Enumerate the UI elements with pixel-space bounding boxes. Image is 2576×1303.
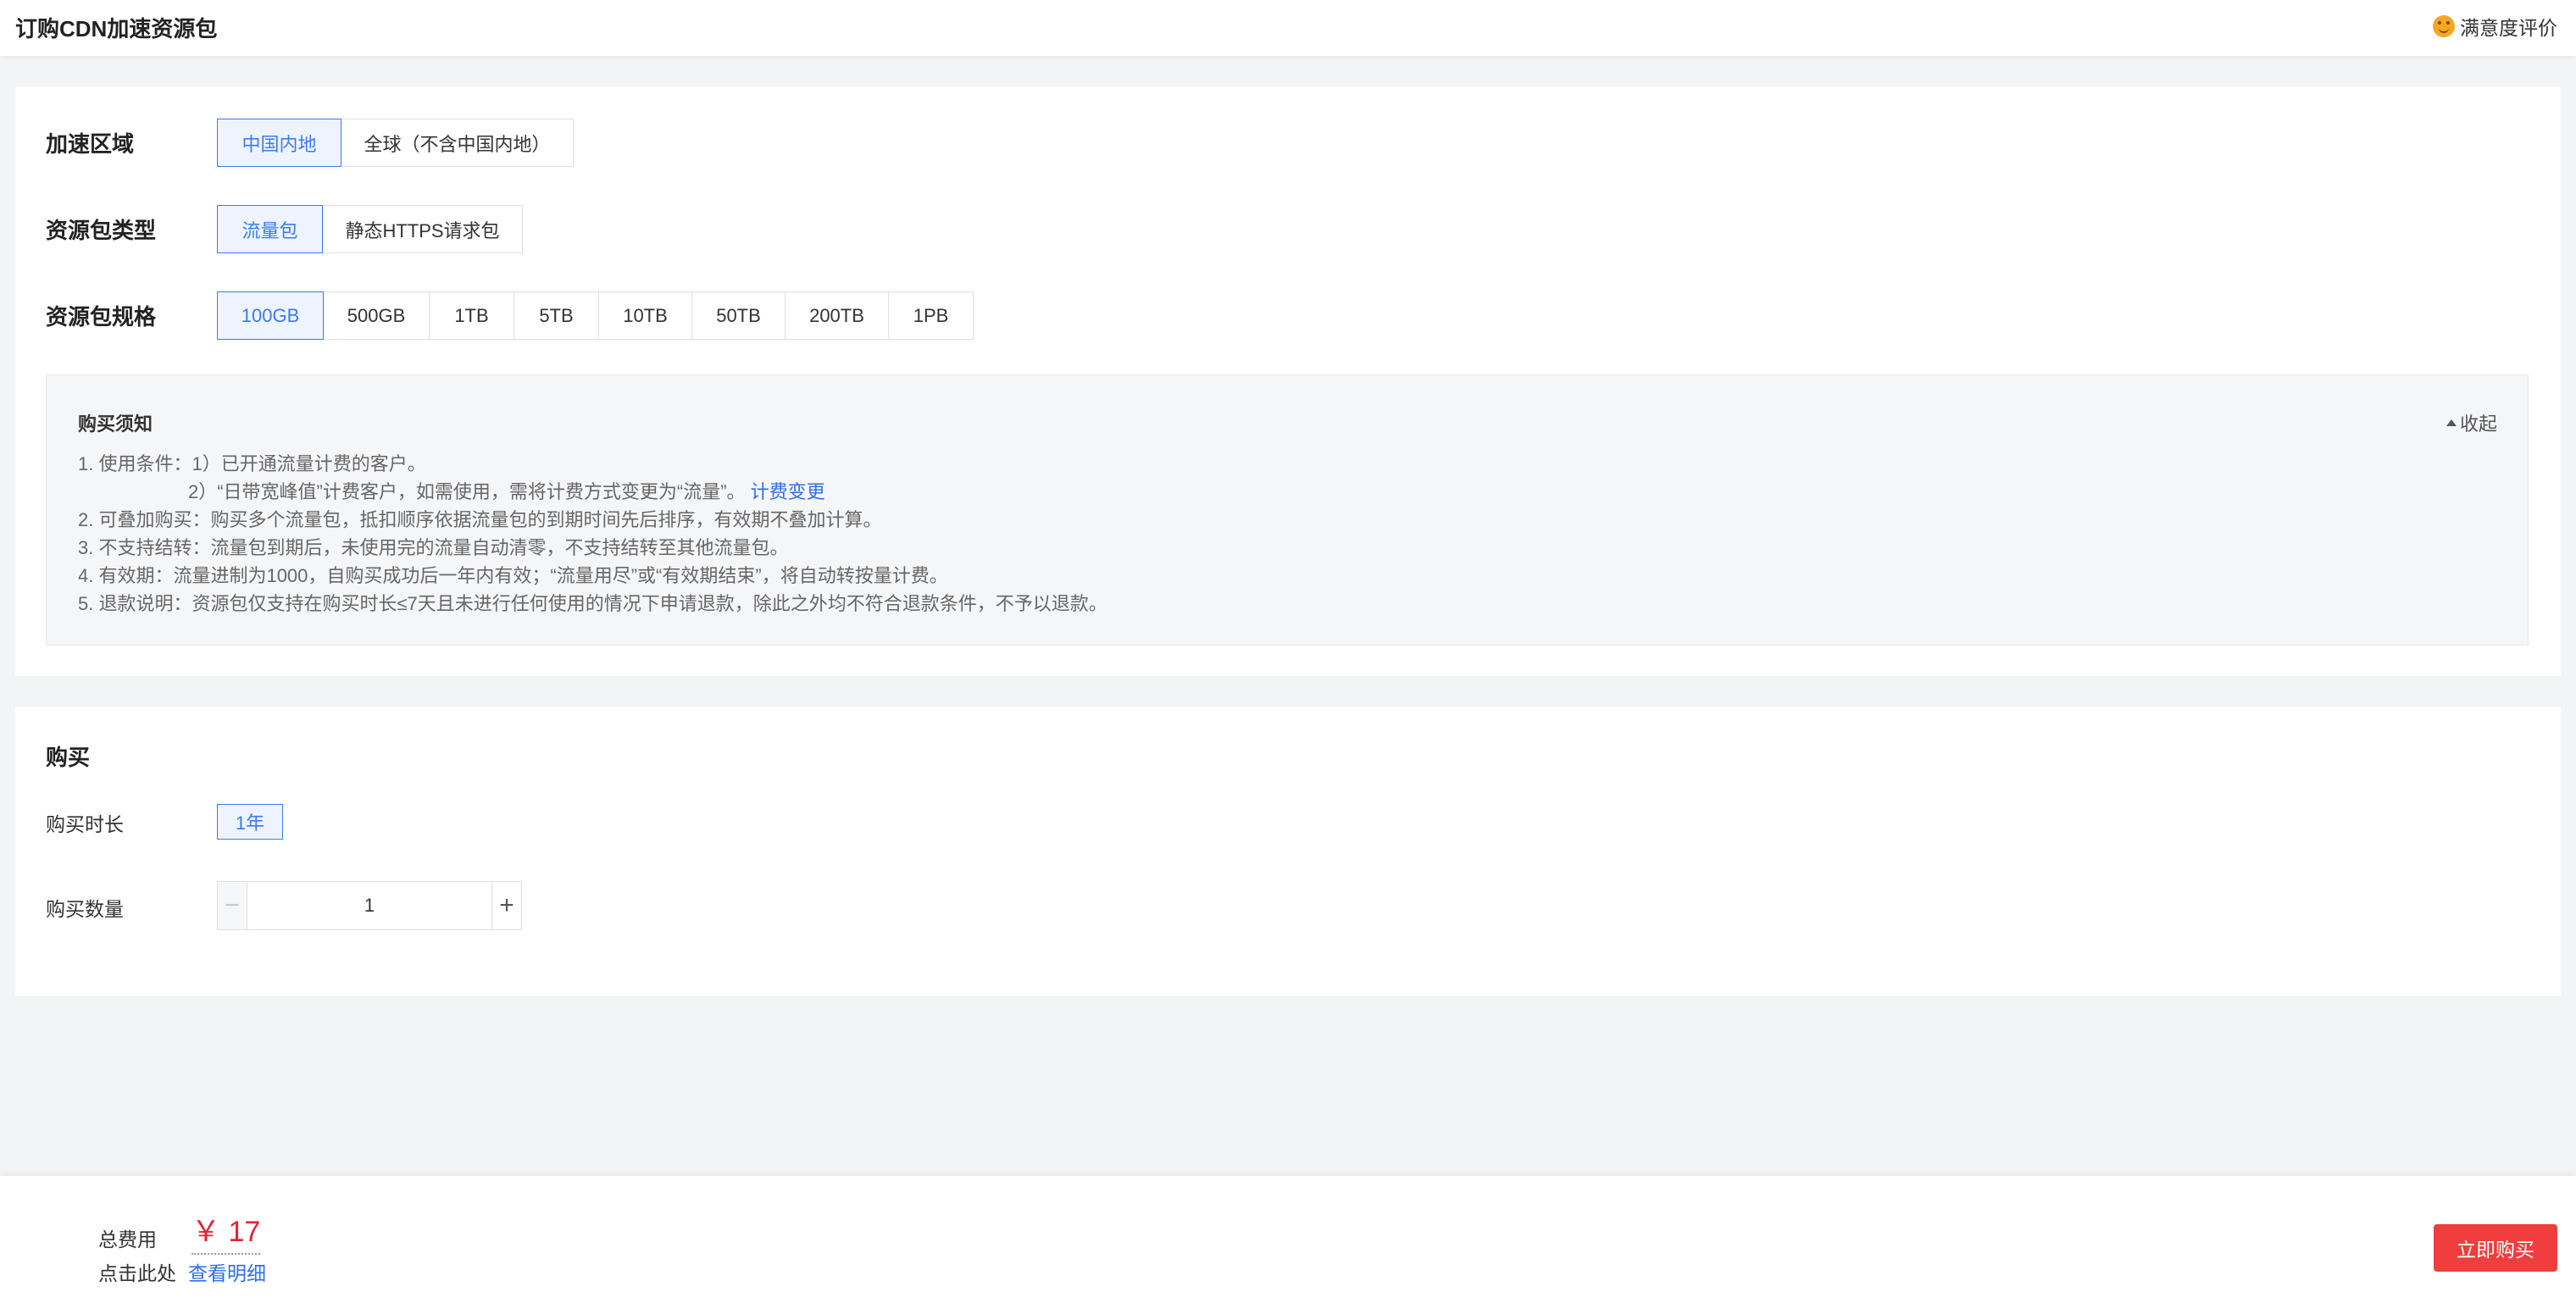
package-type-option-https[interactable]: 静态HTTPS请求包 xyxy=(322,205,523,253)
notice-line-1b: 2）“日带宽峰值”计费客户，如需使用，需将计费方式变更为“流量”。 计费变更 xyxy=(78,478,1108,506)
spec-option-1pb[interactable]: 1PB xyxy=(888,291,974,340)
notice-line-5: 5. 退款说明：资源包仅支持在购买时长≤7天且未进行任何使用的情况下申请退款，除… xyxy=(78,593,1108,614)
quantity-stepper: − + xyxy=(217,881,522,930)
buy-now-button[interactable]: 立即购买 xyxy=(2434,1224,2557,1272)
spec-option-200tb[interactable]: 200TB xyxy=(785,291,889,340)
config-card: 加速区域 中国内地 全球（不含中国内地） 资源包类型 流量包 静态HTTPS请求… xyxy=(15,86,2561,676)
billing-change-link[interactable]: 计费变更 xyxy=(751,481,825,502)
total-price: ￥ 17 xyxy=(192,1208,261,1255)
smile-icon xyxy=(2433,15,2455,37)
minus-button[interactable]: − xyxy=(218,882,247,929)
region-option-global[interactable]: 全球（不含中国内地） xyxy=(341,119,574,167)
collapse-label: 收起 xyxy=(2459,413,2497,435)
spec-option-1tb[interactable]: 1TB xyxy=(429,291,514,340)
feedback-label: 满意度评价 xyxy=(2460,17,2557,39)
region-label: 加速区域 xyxy=(46,131,135,157)
notice-line-2: 2. 可叠加购买：购买多个流量包，抵扣顺序依据流量包的到期时间先后排序，有效期不… xyxy=(78,509,882,530)
feedback-button[interactable]: 满意度评价 xyxy=(2433,12,2557,41)
notice-line-4: 4. 有效期：流量进制为1000，自购买成功后一年内有效；“流量用尽”或“有效期… xyxy=(78,565,948,586)
duration-option-1y[interactable]: 1年 xyxy=(217,804,283,840)
quantity-input[interactable] xyxy=(247,882,491,929)
collapse-button[interactable]: 收起 xyxy=(2446,409,2497,436)
purchase-notice: 购买须知 收起 1. 使用条件：1）已开通流量计费的客户。 2）“日带宽峰值”计… xyxy=(46,374,2529,646)
notice-line-1: 1. 使用条件：1）已开通流量计费的客户。 xyxy=(78,453,426,474)
plus-button[interactable]: + xyxy=(491,882,521,929)
click-here-label: 点击此处 xyxy=(98,1262,176,1284)
top-bar: 订购CDN加速资源包 满意度评价 xyxy=(0,0,2576,56)
total-label: 总费用 xyxy=(98,1228,157,1250)
package-type-selector: 流量包 静态HTTPS请求包 xyxy=(217,205,523,253)
package-type-option-traffic[interactable]: 流量包 xyxy=(217,205,323,253)
spec-selector: 100GB 500GB 1TB 5TB 10TB 50TB 200TB 1PB xyxy=(217,291,974,340)
notice-lines: 1. 使用条件：1）已开通流量计费的客户。 2）“日带宽峰值”计费客户，如需使用… xyxy=(78,450,1108,618)
region-selector: 中国内地 全球（不含中国内地） xyxy=(217,119,574,167)
spec-option-5tb[interactable]: 5TB xyxy=(514,291,599,340)
notice-line-1b-text: 2）“日带宽峰值”计费客户，如需使用，需将计费方式变更为“流量”。 xyxy=(188,481,746,502)
quantity-label: 购买数量 xyxy=(46,898,124,920)
page-title: 订购CDN加速资源包 xyxy=(15,16,218,42)
notice-line-3: 3. 不支持结转：流量包到期后，未使用完的流量自动清零，不支持结转至其他流量包。 xyxy=(78,537,789,558)
spec-option-10tb[interactable]: 10TB xyxy=(598,291,692,340)
spec-option-500gb[interactable]: 500GB xyxy=(323,291,430,340)
spec-label: 资源包规格 xyxy=(46,304,157,330)
footer-bar: 总费用 ￥ 17 点击此处 查看明细 立即购买 xyxy=(0,1176,2576,1303)
purchase-card: 购买 购买时长 1年 购买数量 − + xyxy=(15,707,2561,996)
duration-label: 购买时长 xyxy=(46,813,124,835)
region-option-mainland[interactable]: 中国内地 xyxy=(217,119,341,167)
notice-title: 购买须知 xyxy=(78,413,153,435)
spec-option-50tb[interactable]: 50TB xyxy=(691,291,786,340)
purchase-title: 购买 xyxy=(46,745,91,770)
package-type-label: 资源包类型 xyxy=(46,218,157,243)
view-detail-link[interactable]: 查看明细 xyxy=(188,1257,266,1286)
caret-up-icon xyxy=(2446,419,2457,426)
spec-option-100gb[interactable]: 100GB xyxy=(217,291,324,340)
